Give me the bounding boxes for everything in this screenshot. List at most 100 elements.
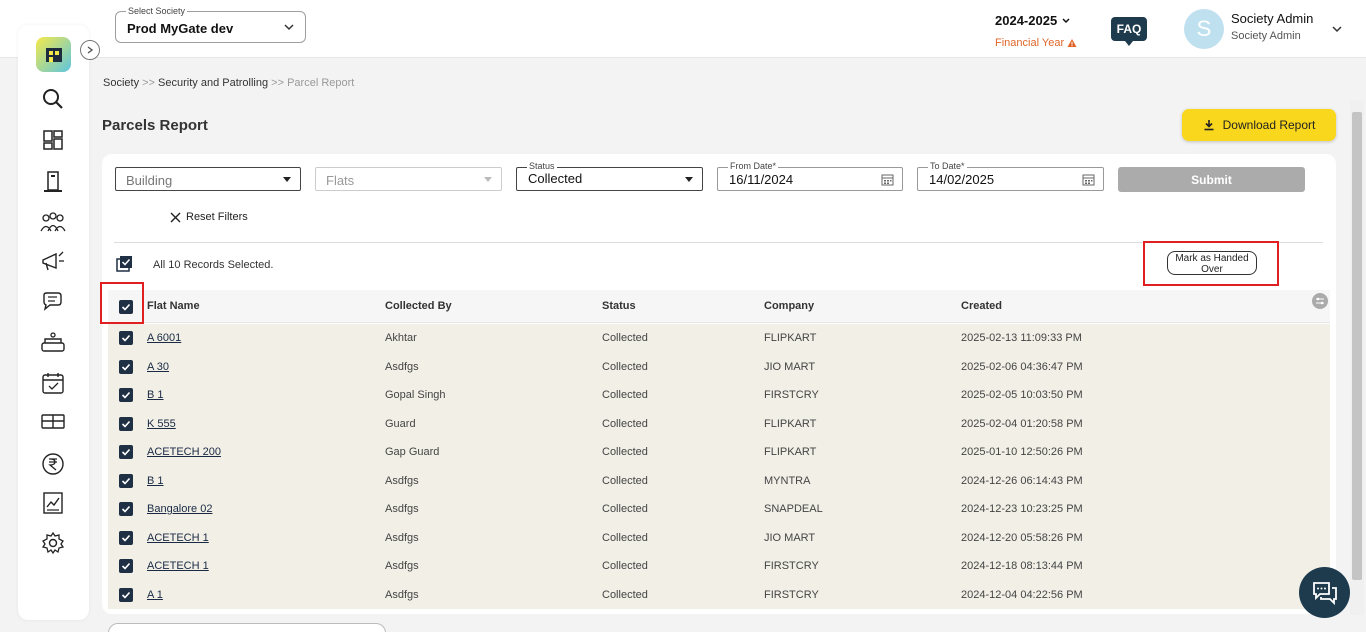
reset-filters-button[interactable]: Reset Filters [170, 211, 248, 223]
page-scrollbar[interactable] [1350, 100, 1364, 615]
calendar-icon[interactable] [881, 173, 894, 189]
company-cell: FIRSTCRY [764, 389, 819, 401]
flat-name-link[interactable]: A 1 [147, 589, 163, 601]
status-cell: Collected [602, 417, 648, 430]
chat-support-button[interactable] [1299, 567, 1350, 618]
from-date-field[interactable]: From Date* 16/11/2024 [717, 161, 903, 191]
created-cell: 2024-12-26 06:14:43 PM [961, 474, 1083, 487]
company-cell: FLIPKART [764, 417, 817, 430]
calendar-icon[interactable] [39, 369, 67, 397]
flats-select[interactable]: Flats [315, 167, 502, 191]
row-checkbox[interactable] [119, 388, 133, 402]
row-checkbox[interactable] [119, 445, 133, 459]
chevron-down-icon[interactable] [1331, 22, 1343, 40]
user-info[interactable]: Society Admin Society Admin [1231, 11, 1313, 42]
status-cell: Collected [602, 332, 648, 344]
building-select[interactable]: Building [115, 167, 301, 191]
company-cell: MYNTRA [764, 474, 811, 487]
status-cell: Collected [602, 531, 648, 544]
column-header-collected-by[interactable]: Collected By [385, 300, 452, 312]
calendar-icon[interactable] [1082, 173, 1095, 189]
row-checkbox[interactable] [119, 502, 133, 516]
search-icon[interactable] [39, 85, 67, 113]
breadcrumb-society[interactable]: Society [103, 77, 139, 89]
row-checkbox[interactable] [119, 416, 133, 431]
select-all-records-icon[interactable] [116, 255, 133, 275]
flat-name-link[interactable]: B 1 [147, 389, 164, 401]
pagination[interactable] [108, 623, 386, 632]
table-row: ACETECH 1 Asdfgs Collected FIRSTCRY 2024… [108, 552, 1330, 580]
user-role: Society Admin [1231, 30, 1301, 42]
row-checkbox[interactable] [119, 359, 133, 374]
facility-icon[interactable] [39, 329, 67, 357]
column-header-company[interactable]: Company [764, 300, 814, 312]
app-logo[interactable] [36, 37, 71, 72]
financial-year-label: Financial Year [995, 37, 1065, 49]
from-date-value: 16/11/2024 [729, 172, 794, 187]
status-label: Status [527, 161, 557, 171]
status-select[interactable]: Status Collected [516, 161, 703, 191]
selection-bar: All 10 Records Selected. [116, 255, 273, 275]
status-cell: Collected [602, 474, 648, 487]
faq-button[interactable]: FAQ [1111, 17, 1147, 46]
created-cell: 2025-01-10 12:50:26 PM [961, 446, 1083, 458]
column-header-status[interactable]: Status [602, 300, 636, 312]
to-date-field[interactable]: To Date* 14/02/2025 [917, 161, 1104, 191]
table-row: B 1 Gopal Singh Collected FIRSTCRY 2025-… [108, 381, 1330, 409]
breadcrumb: Society >> Security and Patrolling >> Pa… [103, 77, 354, 89]
megaphone-icon[interactable] [39, 248, 67, 276]
flat-name-link[interactable]: A 6001 [147, 332, 181, 344]
avatar[interactable]: S [1184, 9, 1224, 49]
gear-icon[interactable] [39, 529, 67, 557]
created-cell: 2024-12-20 05:58:26 PM [961, 531, 1083, 544]
flat-name-link[interactable]: K 555 [147, 418, 176, 430]
people-icon[interactable] [39, 208, 67, 236]
submit-button[interactable]: Submit [1118, 167, 1305, 192]
row-checkbox[interactable] [119, 530, 133, 545]
column-settings-icon[interactable] [1312, 293, 1328, 309]
collected-by-cell: Asdfgs [385, 360, 419, 373]
column-header-flat-name[interactable]: Flat Name [147, 300, 200, 312]
breadcrumb-current: Parcel Report [287, 77, 355, 89]
row-checkbox[interactable] [119, 473, 133, 488]
breadcrumb-security[interactable]: Security and Patrolling [158, 77, 268, 89]
flat-name-link[interactable]: Bangalore 02 [147, 503, 212, 515]
financial-year-selector[interactable]: 2024-2025 Financial Year [995, 13, 1085, 49]
flat-name-link[interactable]: ACETECH 200 [147, 446, 221, 458]
download-icon [1204, 120, 1214, 131]
collected-by-cell: Asdfgs [385, 588, 419, 601]
society-select-value: Prod MyGate dev [127, 21, 234, 36]
column-header-created[interactable]: Created [961, 300, 1002, 312]
row-checkbox[interactable] [119, 331, 133, 345]
sidebar-toggle-button[interactable] [80, 40, 100, 60]
row-checkbox[interactable] [119, 587, 133, 602]
user-name: Society Admin [1231, 11, 1314, 26]
dashboard-icon[interactable] [39, 126, 67, 154]
flat-name-link[interactable]: ACETECH 1 [147, 532, 209, 544]
report-icon[interactable] [39, 489, 67, 517]
society-select[interactable]: Select Society Prod MyGate dev [115, 6, 306, 43]
rupee-icon[interactable] [39, 450, 67, 478]
table-body: A 6001 Akhtar Collected FLIPKART 2025-02… [108, 324, 1330, 609]
scrollbar-thumb[interactable] [1352, 112, 1362, 580]
download-report-label: Download Report [1222, 118, 1316, 132]
parking-icon[interactable] [39, 408, 67, 436]
flat-name-link[interactable]: B 1 [147, 475, 164, 487]
table-row: A 1 Asdfgs Collected FIRSTCRY 2024-12-04… [108, 581, 1330, 609]
chat-icon[interactable] [39, 288, 67, 316]
financial-year-value: 2024-2025 [995, 13, 1058, 28]
table-row: B 1 Asdfgs Collected MYNTRA 2024-12-26 0… [108, 467, 1330, 495]
report-card: Building Flats Status Collected From Dat… [100, 154, 1336, 614]
company-cell: JIO MART [764, 360, 816, 373]
row-checkbox[interactable] [119, 559, 133, 573]
company-cell: JIO MART [764, 531, 816, 544]
warning-icon [1067, 39, 1077, 47]
flat-name-link[interactable]: A 30 [147, 361, 169, 373]
company-cell: FLIPKART [764, 446, 817, 458]
download-report-button[interactable]: Download Report [1182, 109, 1336, 141]
from-date-label: From Date* [728, 161, 779, 171]
created-cell: 2024-12-23 10:23:25 PM [961, 503, 1083, 515]
building-icon[interactable] [39, 167, 67, 195]
flat-name-link[interactable]: ACETECH 1 [147, 560, 209, 572]
reset-filters-label: Reset Filters [186, 211, 248, 223]
